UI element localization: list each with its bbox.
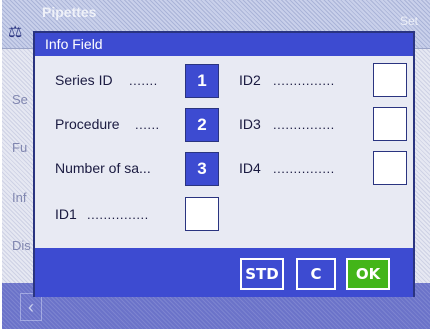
clear-button[interactable]: C <box>296 258 336 290</box>
number-of-samples-button[interactable]: 3 <box>185 152 219 186</box>
dialog-title: Info Field <box>35 33 413 56</box>
scale-icon: ⚖ <box>8 24 23 41</box>
field-dots: ............... <box>273 117 335 132</box>
field-label: ID3 <box>239 116 261 132</box>
background-title: Pipettes <box>42 4 97 20</box>
field-dots: ...... <box>135 117 160 132</box>
field-series-id: Series ID ....... 1 <box>55 64 221 98</box>
series-id-button[interactable]: 1 <box>185 64 219 98</box>
field-label: Series ID <box>55 72 113 88</box>
field-id1: ID1 ............... <box>55 197 221 231</box>
field-id4: ID4 ............... <box>239 151 409 185</box>
field-procedure: Procedure ...... 2 <box>55 108 221 142</box>
field-dots: ............... <box>273 73 335 88</box>
dialog-footer: STD C OK <box>35 248 413 297</box>
id4-button[interactable] <box>373 151 407 185</box>
field-label: ID1 <box>55 206 77 222</box>
background-item: Inf <box>12 190 27 205</box>
field-label: Procedure <box>55 116 120 132</box>
dialog-body: Series ID ....... 1 Procedure ...... 2 N… <box>35 56 413 248</box>
field-label: ID4 <box>239 160 261 176</box>
field-dots: ....... <box>129 73 158 88</box>
procedure-button[interactable]: 2 <box>185 108 219 142</box>
id2-button[interactable] <box>373 63 407 97</box>
background-item: Se <box>12 92 28 107</box>
field-dots: ............... <box>87 207 149 222</box>
field-id3: ID3 ............... <box>239 107 409 141</box>
id3-button[interactable] <box>373 107 407 141</box>
field-id2: ID2 ............... <box>239 63 409 97</box>
ok-button[interactable]: OK <box>346 258 390 290</box>
background-item: Dis <box>12 238 31 253</box>
field-dots: ............... <box>273 161 335 176</box>
background-title-right: Set <box>399 14 418 28</box>
field-number-of-samples: Number of sa... 3 <box>55 152 221 186</box>
std-button[interactable]: STD <box>240 258 284 290</box>
background-item: Fu <box>12 140 28 155</box>
info-field-dialog: Info Field Series ID ....... 1 Procedure… <box>33 31 415 297</box>
field-label: ID2 <box>239 72 261 88</box>
field-label: Number of sa... <box>55 160 151 176</box>
id1-button[interactable] <box>185 197 219 231</box>
